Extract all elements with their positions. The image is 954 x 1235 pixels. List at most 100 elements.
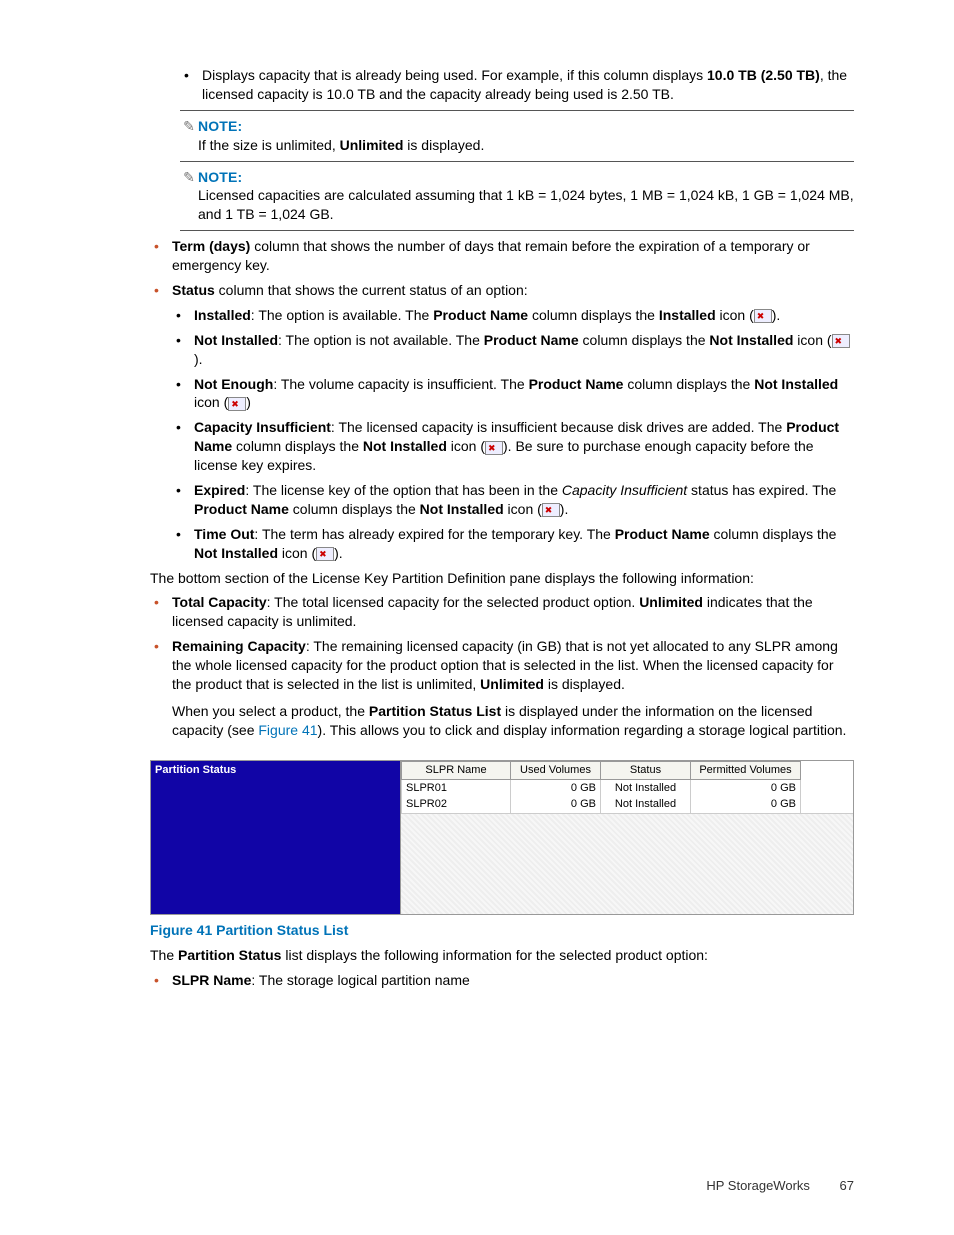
divider — [180, 161, 854, 162]
cell: 0 GB — [691, 780, 801, 797]
text: ). — [194, 351, 203, 367]
list-item: Term (days) column that shows the number… — [150, 237, 854, 275]
text: : The volume capacity is insufficient. T… — [273, 376, 528, 392]
list-item: Time Out: The term has already expired f… — [172, 525, 854, 563]
text: Unlimited — [480, 676, 544, 692]
text: Not Installed — [194, 545, 278, 561]
text: ). — [772, 307, 781, 323]
text: Total Capacity — [172, 594, 267, 610]
text: Product Name — [433, 307, 528, 323]
list-item: Status column that shows the current sta… — [150, 281, 854, 563]
not-installed-icon — [316, 547, 334, 561]
not-installed-icon — [228, 397, 246, 411]
table-row: SLPR01 0 GB Not Installed 0 GB — [401, 780, 853, 797]
paragraph: The bottom section of the License Key Pa… — [150, 569, 854, 588]
cell: Not Installed — [601, 796, 691, 813]
text: Remaining Capacity — [172, 638, 306, 654]
list-item: Not Installed: The option is not availab… — [172, 331, 854, 369]
text: icon ( — [278, 545, 316, 561]
footer-brand: HP StorageWorks — [706, 1178, 810, 1193]
text: ). This allows you to click and display … — [318, 722, 847, 738]
table-empty-area — [401, 813, 853, 913]
list-item: Total Capacity: The total licensed capac… — [150, 593, 854, 631]
text: status has expired. The — [687, 482, 836, 498]
text: column that shows the number of days tha… — [172, 238, 810, 273]
text: Capacity Insufficient — [562, 482, 687, 498]
not-installed-icon — [832, 334, 850, 348]
text: Not Installed — [754, 376, 838, 392]
text: icon ( — [504, 501, 542, 517]
list-item: Expired: The license key of the option t… — [172, 481, 854, 519]
text: Status — [172, 282, 215, 298]
text: Term (days) — [172, 238, 250, 254]
figure-caption: Figure 41 Partition Status List — [150, 921, 854, 940]
cell: 0 GB — [511, 796, 601, 813]
text: Capacity Insufficient — [194, 419, 331, 435]
text: column displays the — [579, 332, 710, 348]
list-item: Capacity Insufficient: The licensed capa… — [172, 418, 854, 475]
text: Product Name — [484, 332, 579, 348]
text: Installed — [194, 307, 251, 323]
list-item: SLPR Name: The storage logical partition… — [150, 971, 854, 990]
text: ) — [246, 394, 251, 410]
text: Displays capacity that is already being … — [202, 67, 707, 83]
text: Time Out — [194, 526, 254, 542]
text: icon ( — [447, 438, 485, 454]
text: : The term has already expired for the t… — [254, 526, 614, 542]
text: column displays the — [710, 526, 837, 542]
cell: 0 GB — [511, 780, 601, 797]
cell: 0 GB — [691, 796, 801, 813]
note-body: If the size is unlimited, Unlimited is d… — [180, 136, 854, 155]
cell: SLPR01 — [401, 780, 511, 797]
text: Not Installed — [709, 332, 793, 348]
partition-sidebar-label: Partition Status — [151, 761, 401, 914]
col-header: SLPR Name — [401, 761, 511, 780]
figure-link[interactable]: Figure 41 — [258, 722, 317, 738]
text: list displays the following information … — [281, 947, 707, 963]
divider — [180, 230, 854, 231]
text: icon ( — [194, 394, 228, 410]
text: Unlimited — [340, 137, 404, 153]
col-header: Status — [601, 761, 691, 780]
text: column displays the — [623, 376, 754, 392]
text: Product Name — [529, 376, 624, 392]
text: If the size is unlimited, — [198, 137, 340, 153]
col-header: Permitted Volumes — [691, 761, 801, 780]
text: Product Name — [615, 526, 710, 542]
not-installed-icon — [542, 503, 560, 517]
table-header-row: SLPR Name Used Volumes Status Permitted … — [401, 761, 853, 780]
text: 10.0 TB (2.50 TB) — [707, 67, 820, 83]
note-heading: NOTE: — [198, 169, 242, 185]
divider — [180, 110, 854, 111]
text: Not Installed — [363, 438, 447, 454]
text: Expired — [194, 482, 245, 498]
page-number: 67 — [840, 1177, 854, 1195]
text: Partition Status List — [369, 703, 501, 719]
list-item: Installed: The option is available. The … — [172, 306, 854, 325]
text: : The total licensed capacity for the se… — [267, 594, 640, 610]
text: column that shows the current status of … — [215, 282, 528, 298]
text: Unlimited — [639, 594, 703, 610]
text: : The option is not available. The — [278, 332, 484, 348]
text: Installed — [659, 307, 716, 323]
text: column displays the — [528, 307, 659, 323]
note-heading: NOTE: — [198, 118, 242, 134]
text: SLPR Name — [172, 972, 251, 988]
col-header: Used Volumes — [511, 761, 601, 780]
text: column displays the — [289, 501, 420, 517]
list-item: Displays capacity that is already being … — [180, 66, 854, 104]
text: icon ( — [716, 307, 754, 323]
text: : The storage logical partition name — [251, 972, 469, 988]
text: is displayed. — [544, 676, 625, 692]
page-footer: HP StorageWorks 67 — [706, 1177, 854, 1195]
text: ). — [560, 501, 569, 517]
text: Partition Status — [178, 947, 281, 963]
cell: SLPR02 — [401, 796, 511, 813]
partition-status-figure: Partition Status SLPR Name Used Volumes … — [150, 760, 854, 915]
text: icon ( — [793, 332, 831, 348]
not-installed-icon — [485, 441, 503, 455]
text: Not Installed — [194, 332, 278, 348]
installed-icon — [754, 309, 772, 323]
text: The — [150, 947, 178, 963]
text: ). — [334, 545, 343, 561]
